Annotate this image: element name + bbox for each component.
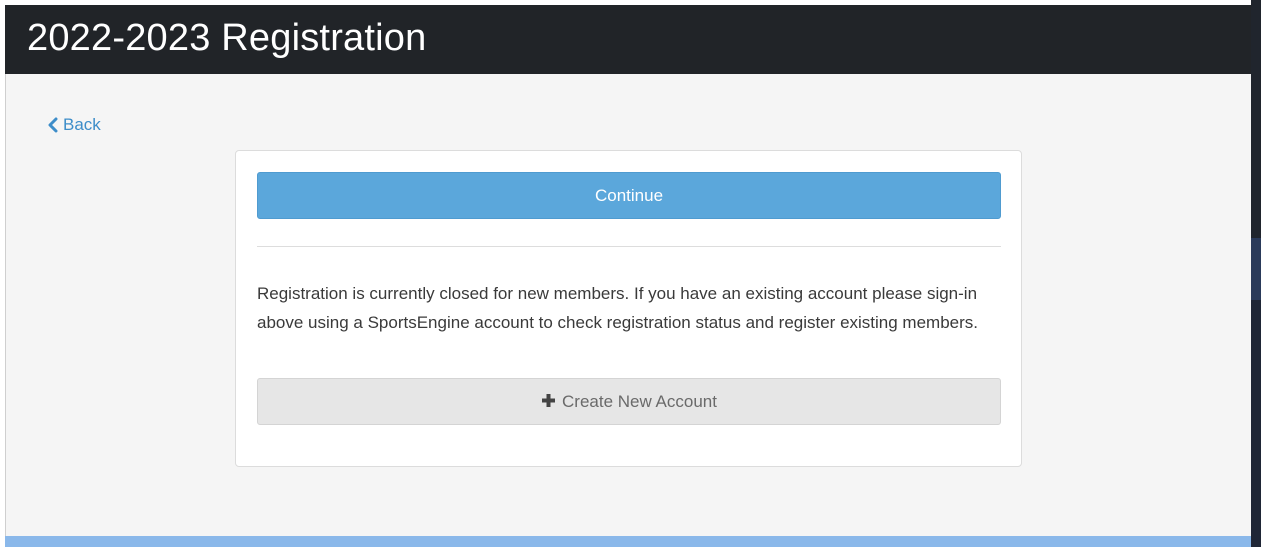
registration-closed-notice: Registration is currently closed for new… xyxy=(257,284,978,332)
right-edge-segment xyxy=(1251,300,1261,547)
continue-button[interactable]: Continue xyxy=(257,172,1001,219)
divider xyxy=(257,246,1001,247)
footer-accent-bar xyxy=(5,536,1251,547)
right-window-edge xyxy=(1251,0,1261,547)
page-header: 2022-2023 Registration xyxy=(5,5,1251,74)
chevron-left-icon xyxy=(46,117,59,133)
create-new-account-button[interactable]: Create New Account xyxy=(257,378,1001,425)
continue-button-label: Continue xyxy=(594,186,664,205)
create-new-account-label: Create New Account xyxy=(562,392,717,411)
back-link[interactable]: Back xyxy=(46,115,101,135)
back-link-label: Back xyxy=(63,115,101,134)
registration-card: Continue Registration is currently close… xyxy=(235,150,1022,467)
right-edge-segment xyxy=(1251,238,1261,300)
right-edge-segment xyxy=(1251,0,1261,238)
page-title: 2022-2023 Registration xyxy=(27,17,427,59)
plus-icon xyxy=(541,380,556,407)
